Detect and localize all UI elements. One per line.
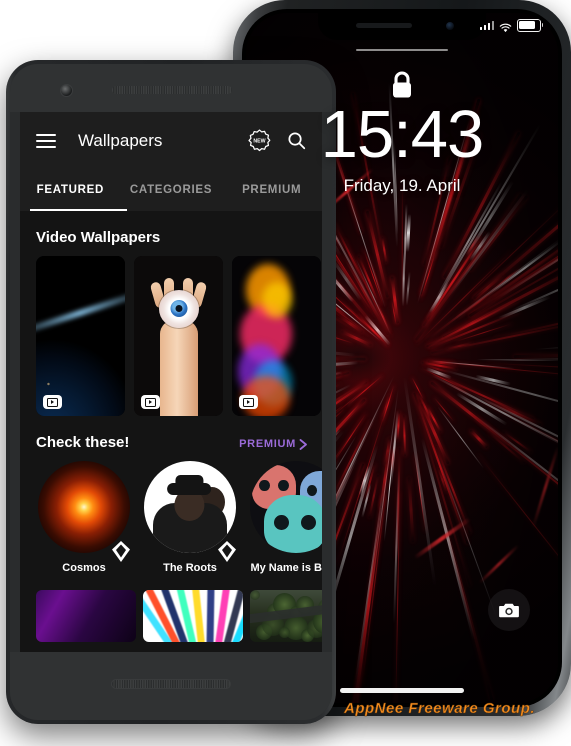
signal-bars-icon <box>479 20 494 30</box>
check-section-header: Check these! PREMIUM <box>20 416 322 461</box>
premium-link[interactable]: PREMIUM <box>239 438 308 450</box>
status-divider <box>356 49 448 51</box>
battery-icon <box>517 19 544 32</box>
check-item-my-name-is-bone[interactable]: My Name is Bone <box>250 461 322 574</box>
video-badge-icon <box>141 395 160 409</box>
home-indicator[interactable] <box>340 688 464 693</box>
premium-gem-badge-icon <box>112 541 130 562</box>
tab-categories[interactable]: CATEGORIES <box>121 184 222 196</box>
video-badge-icon <box>239 395 258 409</box>
iphone-notch <box>318 13 486 40</box>
premium-gem-badge-icon <box>218 541 236 562</box>
earpiece-speaker <box>356 23 412 28</box>
bottom-card-palms[interactable] <box>250 590 322 642</box>
bottom-card-purple[interactable] <box>36 590 136 642</box>
check-section-title: Check these! <box>36 434 130 451</box>
chevron-right-icon <box>299 438 307 450</box>
speaker-grille <box>111 679 231 689</box>
lockscreen-time: 15:43 <box>320 97 485 172</box>
check-item-label: The Roots <box>163 562 217 574</box>
check-item-label: My Name is Bone <box>250 562 322 574</box>
camera-button[interactable] <box>488 589 530 631</box>
video-badge-icon <box>43 395 62 409</box>
lockscreen-date: Friday, 19. April <box>343 176 461 195</box>
android-bottom-bezel <box>10 652 332 720</box>
premium-link-label: PREMIUM <box>239 438 296 450</box>
video-card-smoke[interactable] <box>232 256 321 416</box>
hamburger-menu-icon[interactable] <box>36 133 56 148</box>
wifi-icon <box>499 20 512 33</box>
check-item-the-roots[interactable]: The Roots <box>144 461 236 574</box>
video-card-earth[interactable] <box>36 256 125 416</box>
check-these-row[interactable]: Cosmos The Roots My Name is B <box>20 461 322 574</box>
front-camera-icon <box>60 84 73 97</box>
tab-featured[interactable]: FEATURED <box>20 184 121 196</box>
page-title: Wallpapers <box>78 130 163 150</box>
check-item-label: Cosmos <box>62 562 106 574</box>
content-scroll[interactable]: Video Wallpapers Check these! PREMIUM Co… <box>20 211 322 652</box>
front-camera-icon <box>446 22 454 30</box>
bottom-wallpaper-row[interactable] <box>20 590 322 642</box>
camera-icon <box>499 603 519 618</box>
video-card-eyeball[interactable] <box>134 256 223 416</box>
check-item-cosmos[interactable]: Cosmos <box>38 461 130 574</box>
bottom-card-rainbow[interactable] <box>143 590 243 642</box>
video-section-title: Video Wallpapers <box>36 229 161 246</box>
video-wallpaper-row[interactable] <box>20 256 322 416</box>
ios-status-bar <box>479 19 544 33</box>
watermark: AppNee Freeware Group. <box>344 700 536 717</box>
earpiece-speaker <box>112 86 232 94</box>
